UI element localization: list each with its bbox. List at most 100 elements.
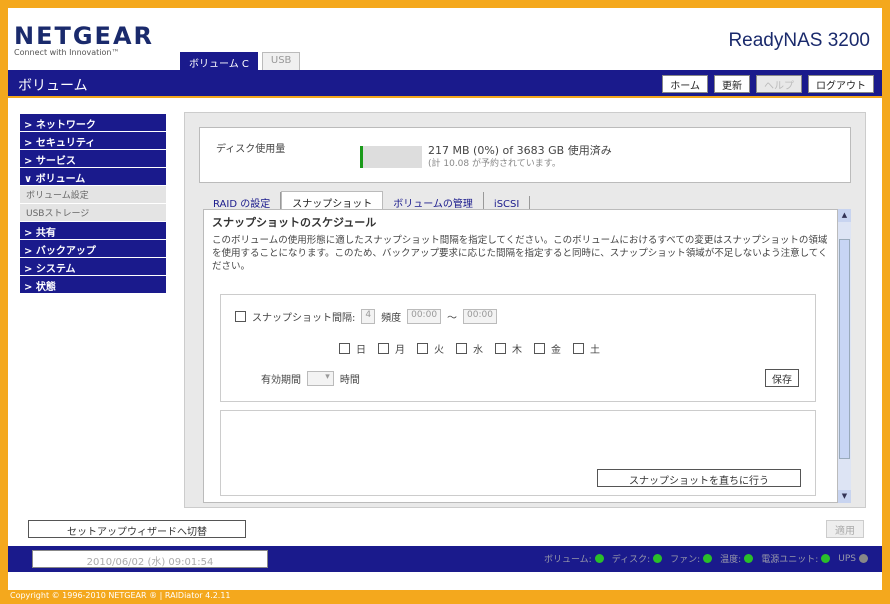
- volume-tabs: ボリューム C USB: [180, 52, 301, 70]
- status-dot-icon: [821, 554, 831, 563]
- retention-select[interactable]: ▾: [307, 371, 334, 386]
- scroll-thumb[interactable]: [839, 239, 850, 459]
- top-buttons: ホーム 更新 ヘルプ ログアウト: [662, 75, 874, 93]
- frequency-label: 頻度: [381, 313, 402, 324]
- day-label: 月: [395, 345, 405, 356]
- tab-usb[interactable]: USB: [261, 52, 301, 70]
- datetime-display: 2010/06/02 (水) 09:01:54: [32, 550, 268, 568]
- apply-button[interactable]: 適用: [826, 520, 864, 538]
- sidebar-item-security[interactable]: > セキュリティ: [20, 132, 166, 149]
- sidebar-item-volume-settings[interactable]: ボリューム設定: [20, 186, 166, 203]
- retention-unit: 時間: [339, 375, 360, 386]
- day-saturday[interactable]: 土: [573, 341, 600, 356]
- snapshot-panel: スナップショットのスケジュール このボリュームの使用形態に適したスナップショット…: [203, 209, 851, 503]
- sidebar-nav: > ネットワーク > セキュリティ > サービス ∨ ボリューム ボリューム設定…: [20, 114, 166, 294]
- status-dot-icon: [703, 554, 713, 563]
- day-label: 金: [551, 345, 561, 356]
- range-separator: 〜: [447, 313, 458, 324]
- day-label: 日: [356, 345, 366, 356]
- day-wednesday[interactable]: 水: [456, 341, 483, 356]
- content-area: ディスク使用量 217 MB (0%) of 3683 GB 使用済み (計 1…: [184, 112, 866, 508]
- day-monday[interactable]: 月: [378, 341, 405, 356]
- netgear-logo: NETGEAR Connect with Innovation™: [14, 22, 154, 57]
- sidebar-item-volume[interactable]: ∨ ボリューム: [20, 168, 166, 185]
- day-checkbox[interactable]: [573, 343, 584, 354]
- sidebar-item-status[interactable]: > 状態: [20, 276, 166, 293]
- day-checkboxes: 日 月 火 水 木 金 土: [339, 341, 600, 356]
- day-checkbox[interactable]: [339, 343, 350, 354]
- logo-text: NETGEAR: [14, 22, 154, 50]
- scroll-up-icon[interactable]: ▲: [838, 209, 851, 222]
- copyright-text: Copyright © 1996-2010 NETGEAR ® | RAIDia…: [10, 591, 231, 600]
- led-label: ディスク:: [611, 555, 651, 565]
- retention-row: 有効期間 ▾ 時間: [261, 371, 360, 386]
- day-thursday[interactable]: 木: [495, 341, 522, 356]
- day-label: 土: [590, 345, 600, 356]
- day-sunday[interactable]: 日: [339, 341, 366, 356]
- section-title: スナップショットのスケジュール: [212, 216, 377, 229]
- sidebar-item-services[interactable]: > サービス: [20, 150, 166, 167]
- led-temperature[interactable]: 温度:: [720, 552, 754, 565]
- disk-usage-bar: [360, 146, 422, 168]
- product-name: ReadyNAS 3200: [728, 30, 870, 51]
- led-power[interactable]: 電源ユニット:: [761, 552, 831, 565]
- end-time-select[interactable]: 00:00: [463, 309, 497, 324]
- status-dot-icon: [594, 554, 604, 563]
- sidebar-item-backup[interactable]: > バックアップ: [20, 240, 166, 257]
- schedule-row: スナップショット間隔: 4 頻度 00:00 〜 00:00: [235, 309, 497, 324]
- logout-button[interactable]: ログアウト: [808, 75, 874, 93]
- disk-usage-fill: [360, 146, 363, 168]
- page-title: ボリューム: [18, 78, 88, 94]
- header: NETGEAR Connect with Innovation™ ReadyNA…: [8, 8, 882, 70]
- status-dot-icon: [653, 554, 663, 563]
- enable-snapshot-checkbox[interactable]: [235, 311, 246, 322]
- day-tuesday[interactable]: 火: [417, 341, 444, 356]
- sidebar-item-network[interactable]: > ネットワーク: [20, 114, 166, 131]
- day-checkbox[interactable]: [378, 343, 389, 354]
- save-button[interactable]: 保存: [765, 369, 799, 387]
- snapshot-action-box: スナップショットを直ちに行う: [220, 410, 816, 496]
- led-label: 温度:: [720, 555, 742, 565]
- sidebar-item-system[interactable]: > システム: [20, 258, 166, 275]
- led-ups[interactable]: UPS: [838, 552, 868, 565]
- led-label: 電源ユニット:: [761, 555, 819, 565]
- led-label: UPS: [838, 553, 856, 564]
- footer: Copyright © 1996-2010 NETGEAR ® | RAIDia…: [0, 590, 890, 604]
- led-label: ファン:: [670, 555, 701, 565]
- day-label: 水: [473, 345, 483, 356]
- tab-volume-c[interactable]: ボリューム C: [180, 52, 258, 70]
- day-friday[interactable]: 金: [534, 341, 561, 356]
- day-checkbox[interactable]: [534, 343, 545, 354]
- day-label: 火: [434, 345, 444, 356]
- status-leds: ボリューム: ディスク: ファン: 温度: 電源ユニット: UPS: [544, 552, 868, 565]
- scroll-down-icon[interactable]: ▼: [838, 490, 851, 503]
- disk-usage-box: ディスク使用量 217 MB (0%) of 3683 GB 使用済み (計 1…: [199, 127, 851, 183]
- disk-reserved-text: (計 10.08 が予約されています。: [428, 159, 561, 169]
- status-bar: 2010/06/02 (水) 09:01:54 ボリューム: ディスク: ファン…: [8, 546, 882, 572]
- panel-scrollbar[interactable]: ▲ ▼: [837, 209, 851, 503]
- setup-wizard-button[interactable]: セットアップウィザードへ切替: [28, 520, 246, 538]
- retention-label: 有効期間: [261, 375, 301, 386]
- schedule-box: スナップショット間隔: 4 頻度 00:00 〜 00:00 日 月 火 水 木…: [220, 294, 816, 402]
- day-checkbox[interactable]: [456, 343, 467, 354]
- day-checkbox[interactable]: [417, 343, 428, 354]
- status-dot-icon: [859, 554, 868, 563]
- interval-select[interactable]: 4: [361, 309, 376, 324]
- interval-label: スナップショット間隔:: [252, 313, 356, 324]
- led-label: ボリューム:: [543, 555, 592, 565]
- take-snapshot-now-button[interactable]: スナップショットを直ちに行う: [597, 469, 801, 487]
- led-volume[interactable]: ボリューム:: [544, 552, 604, 565]
- led-disk[interactable]: ディスク:: [611, 552, 663, 565]
- status-dot-icon: [744, 554, 754, 563]
- snapshot-description: このボリュームの使用形態に適したスナップショット間隔を指定してください。このボリ…: [212, 235, 828, 272]
- led-fan[interactable]: ファン:: [670, 552, 713, 565]
- home-button[interactable]: ホーム: [662, 75, 708, 93]
- start-time-select[interactable]: 00:00: [407, 309, 442, 324]
- app-window: NETGEAR Connect with Innovation™ ReadyNA…: [8, 8, 882, 590]
- help-button[interactable]: ヘルプ: [756, 75, 802, 93]
- day-checkbox[interactable]: [495, 343, 506, 354]
- disk-usage-label: ディスク使用量: [216, 144, 286, 155]
- refresh-button[interactable]: 更新: [714, 75, 750, 93]
- sidebar-item-shares[interactable]: > 共有: [20, 222, 166, 239]
- sidebar-item-usb-storage[interactable]: USBストレージ: [20, 204, 166, 221]
